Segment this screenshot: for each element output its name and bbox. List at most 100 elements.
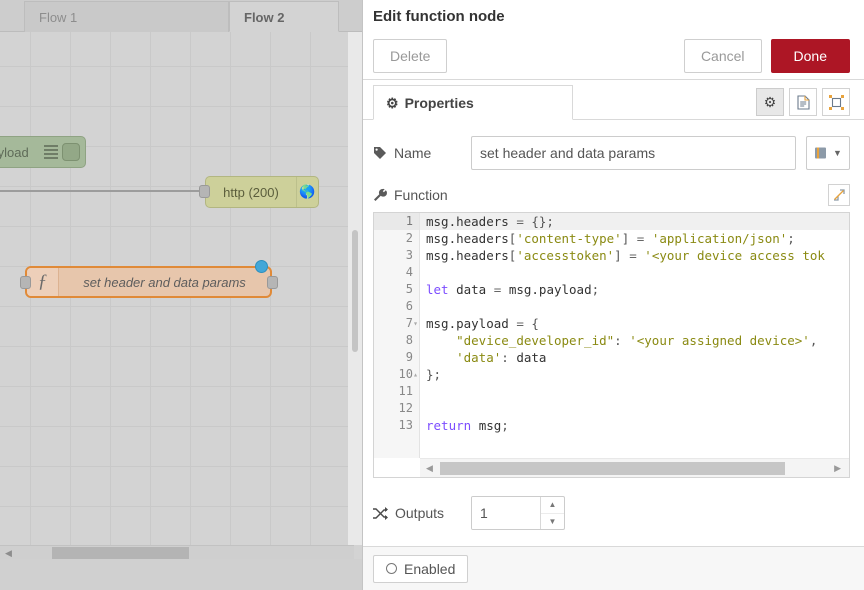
outputs-label-text: Outputs [395, 505, 445, 521]
editor-horizontal-scroll-thumb[interactable] [440, 462, 785, 475]
code-fold-toggle-icon[interactable]: ▴ [413, 366, 418, 383]
cancel-button[interactable]: Cancel [683, 38, 762, 73]
editor-code-line: 'data': data [456, 350, 547, 365]
editor-line-number: 10 ▴ [398, 366, 418, 383]
flow-tab-label: Flow 1 [39, 10, 78, 25]
editor-scroll-right-arrow-icon[interactable]: ▶ [834, 463, 841, 474]
editor-code-line: "device_developer_id": '<your assigned d… [456, 333, 818, 348]
editor-code-area[interactable]: msg.headers = {}; msg.headers['content-ty… [420, 213, 849, 458]
editor-line-number: 7 ▾ [405, 315, 418, 332]
editor-code-line: msg.headers['accesstoken'] = '<your devi… [426, 248, 825, 263]
outputs-increment-button[interactable]: ▲ [541, 497, 564, 514]
scroll-left-arrow-icon[interactable]: ◀ [5, 549, 12, 558]
editor-code-line [426, 383, 849, 400]
flow-grid[interactable]: msg.payload http (200) 🌎 ƒ set header an… [0, 32, 362, 545]
editor-line-number: 12 [398, 401, 413, 415]
expand-icon-button[interactable] [828, 184, 850, 206]
flow-tab-flow-1[interactable]: Flow 1 [24, 1, 229, 32]
wrench-icon [374, 188, 387, 201]
editor-line-number: 2 [405, 231, 413, 245]
name-label: Name [373, 145, 471, 161]
dialog-title: Edit function node [373, 8, 505, 25]
editor-line-number: 8 [405, 333, 413, 347]
name-label-text: Name [394, 145, 432, 161]
tab-properties-label: Properties [404, 95, 474, 111]
name-input[interactable] [471, 136, 796, 170]
function-label: Function [373, 187, 471, 203]
editor-scroll-left-arrow-icon[interactable]: ◀ [426, 463, 433, 474]
editor-line-number: 3 [405, 248, 413, 262]
editor-line-number: 5 [405, 282, 413, 296]
editor-line-number: 1 [374, 213, 419, 230]
chevron-down-icon: ▼ [833, 148, 842, 158]
gear-icon: ⚙ [763, 93, 777, 110]
appearance-icon [828, 94, 844, 110]
tab-properties[interactable]: ⚙ Properties [373, 85, 573, 120]
canvas-vertical-scroll-thumb[interactable] [352, 230, 358, 352]
name-row: Name ▼ [373, 136, 850, 170]
node-label: set header and data params [83, 274, 246, 290]
editor-line-number: 11 [398, 384, 413, 398]
node-function-input-port[interactable] [20, 276, 31, 289]
editor-code-line: msg.payload = { [426, 316, 539, 331]
node-http-response[interactable]: http (200) 🌎 [205, 176, 319, 208]
editor-line-number: 13 [398, 418, 413, 432]
outputs-input[interactable] [472, 497, 540, 529]
function-code-editor[interactable]: 1 2 3 4 5 6 7 ▾ 8 9 10 ▴ 11 12 13 msg.headers = {}; msg… [373, 212, 850, 478]
dialog-toolbar: Delete Cancel Done [363, 32, 864, 80]
editor-code-line [426, 298, 849, 315]
canvas-bottom-strip [0, 559, 362, 590]
node-msg-payload[interactable]: msg.payload [0, 136, 86, 168]
app-root: Flow 1 Flow 2 msg.payload http (200) 🌎 [0, 0, 864, 590]
done-button[interactable]: Done [770, 38, 850, 73]
enabled-toggle-button[interactable]: Enabled [373, 554, 469, 583]
gear-icon-button[interactable]: ⚙ [756, 88, 784, 116]
tab-row-filler [573, 86, 751, 120]
flow-tab-bar: Flow 1 Flow 2 [0, 0, 362, 32]
outputs-decrement-button[interactable]: ▼ [541, 514, 564, 530]
canvas-vertical-scrollbar[interactable] [348, 32, 362, 545]
gear-icon: ⚙ [386, 95, 399, 111]
dialog-footer: Enabled [363, 546, 864, 590]
editor-code-line: msg.headers = {}; [420, 213, 849, 230]
editor-code-line: }; [426, 367, 442, 382]
node-function-set-header-and-data-params[interactable]: ƒ set header and data params [25, 266, 272, 298]
editor-code-line: let data = msg.payload; [426, 282, 600, 297]
description-icon-button[interactable] [789, 88, 817, 116]
canvas-horizontal-scrollbar[interactable]: ◀ [0, 545, 354, 559]
flow-canvas-area: Flow 1 Flow 2 msg.payload http (200) 🌎 [0, 0, 362, 590]
function-f-icon: ƒ [27, 268, 59, 296]
node-label: msg.payload [0, 144, 29, 160]
edit-node-dialog: Edit function node Delete Cancel Done ⚙ P… [362, 0, 864, 590]
flow-tab-flow-2[interactable]: Flow 2 [229, 1, 339, 32]
canvas-horizontal-scroll-thumb[interactable] [52, 547, 189, 559]
function-row: Function [373, 184, 850, 206]
name-library-button[interactable]: ▼ [806, 136, 850, 170]
editor-line-number: 6 [405, 299, 413, 313]
dialog-body: Name ▼ Function [363, 120, 864, 546]
outputs-stepper[interactable]: ▲ ▼ [471, 496, 565, 530]
appearance-icon-button[interactable] [822, 88, 850, 116]
flow-wire [0, 190, 205, 192]
dialog-tab-row: ⚙ Properties ⚙ [363, 80, 864, 120]
node-label: http (200) [223, 184, 279, 200]
flow-tab-label: Flow 2 [244, 10, 285, 25]
editor-code-line [426, 264, 849, 281]
debug-lines-icon [44, 145, 58, 159]
node-http-input-port[interactable] [199, 185, 210, 198]
code-fold-toggle-icon[interactable]: ▾ [413, 315, 418, 332]
node-status-dot [255, 260, 268, 273]
book-icon [815, 147, 827, 159]
outputs-spinner-buttons: ▲ ▼ [540, 497, 564, 529]
editor-line-number: 9 [405, 350, 413, 364]
tag-icon [374, 147, 386, 159]
delete-button[interactable]: Delete [373, 38, 448, 73]
editor-code-line: msg.headers['content-type'] = 'applicati… [426, 231, 795, 246]
circle-icon [386, 563, 397, 574]
enabled-label: Enabled [404, 560, 456, 577]
debug-toggle-button[interactable] [62, 143, 80, 161]
editor-horizontal-scrollbar[interactable]: ◀ ▶ [420, 458, 849, 477]
editor-gutter: 1 2 3 4 5 6 7 ▾ 8 9 10 ▴ 11 12 13 [374, 213, 420, 458]
node-function-output-port[interactable] [267, 276, 278, 289]
outputs-label: Outputs [373, 505, 471, 521]
